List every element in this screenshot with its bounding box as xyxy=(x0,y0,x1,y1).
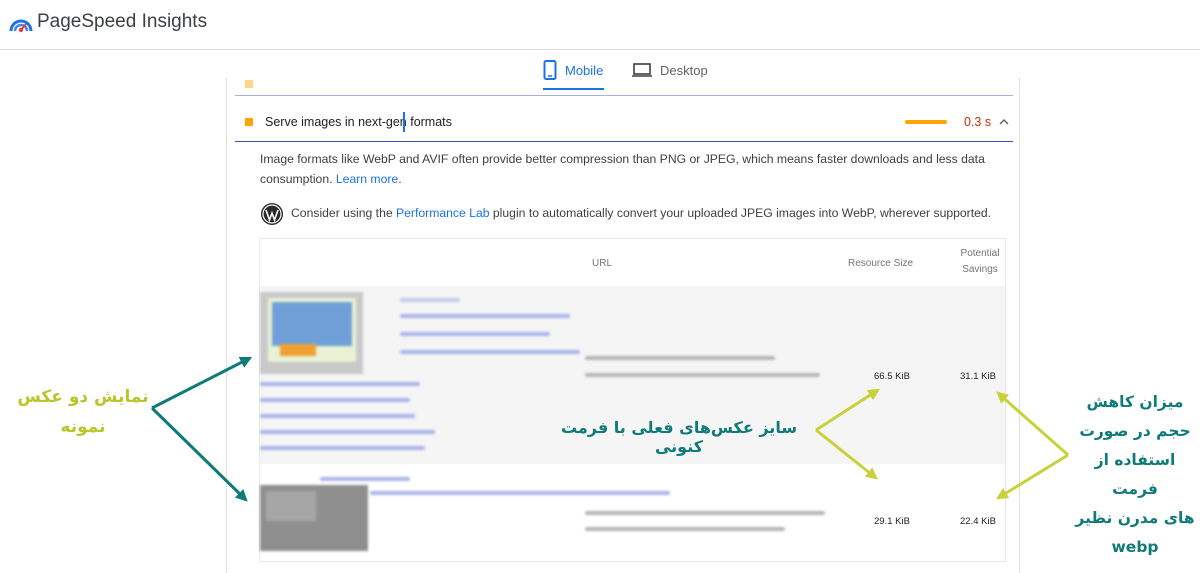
blurred-url-line xyxy=(585,356,775,360)
pagespeed-logo-icon xyxy=(9,19,33,33)
wordpress-hint: Consider using the Performance Lab plugi… xyxy=(260,202,1000,226)
phone-icon xyxy=(543,60,557,80)
performance-lab-link[interactable]: Performance Lab xyxy=(396,206,490,220)
table-row[interactable]: 29.1 KiB 22.4 KiB xyxy=(260,469,1005,561)
blurred-url-line xyxy=(370,491,670,495)
column-header-potential-savings: Potential Savings xyxy=(960,248,1000,275)
previous-audit-row[interactable] xyxy=(235,78,1013,96)
tab-desktop-label: Desktop xyxy=(660,63,708,78)
blurred-url-line xyxy=(260,398,410,402)
audit-panel: Serve images in next-gen formats 0.3 s I… xyxy=(226,78,1020,573)
tab-mobile-label: Mobile xyxy=(565,63,604,78)
blurred-url-line xyxy=(400,350,580,354)
audit-row-next-gen-formats[interactable]: Serve images in next-gen formats 0.3 s xyxy=(235,106,1013,142)
warning-square-icon xyxy=(245,80,253,88)
warning-square-icon xyxy=(245,118,253,126)
annotation-savings: میزان کاهش حجم در صورت استفاده از فرمت ه… xyxy=(1075,393,1195,556)
image-thumbnail xyxy=(260,292,363,374)
blurred-url-line xyxy=(260,430,435,434)
top-bar: PageSpeed Insights xyxy=(0,0,1200,50)
wordpress-hint-text: Consider using the Performance Lab plugi… xyxy=(291,206,992,220)
wordpress-icon xyxy=(261,203,283,225)
potential-savings-cell: 31.1 KiB xyxy=(960,371,996,382)
blurred-url-line xyxy=(585,527,785,531)
app-title: PageSpeed Insights xyxy=(37,11,208,32)
blurred-url-line xyxy=(260,446,425,450)
learn-more-link[interactable]: Learn more xyxy=(336,172,398,186)
audit-description: Image formats like WebP and AVIF often p… xyxy=(260,152,985,186)
blurred-url-line xyxy=(260,414,415,418)
resources-table: URL Resource Size Potential Savings 66.5 … xyxy=(259,238,1006,562)
column-header-resource-size: Resource Size xyxy=(848,258,914,269)
blurred-url-line xyxy=(400,298,460,302)
image-thumbnail xyxy=(260,485,368,551)
potential-savings-cell: 22.4 KiB xyxy=(960,516,996,527)
text-cursor xyxy=(403,112,405,132)
annotation-current-size: سایز عکس‌های فعلی با فرمت کنونی xyxy=(560,418,798,456)
blurred-url-line xyxy=(320,477,410,481)
audit-title: Serve images in next-gen formats xyxy=(265,115,452,129)
audit-savings: 0.3 s xyxy=(964,115,992,129)
blurred-url-line xyxy=(400,314,570,318)
laptop-icon xyxy=(632,63,652,77)
blurred-url-line xyxy=(585,373,820,377)
savings-bar xyxy=(905,120,947,124)
column-header-url: URL xyxy=(592,258,613,269)
annotation-sample-images: نمایش دو عکس نمونه xyxy=(17,387,149,437)
resource-size-cell: 29.1 KiB xyxy=(874,516,910,527)
chevron-up-icon[interactable] xyxy=(997,116,1011,128)
blurred-url-line xyxy=(260,382,420,386)
blurred-url-line xyxy=(400,332,550,336)
blurred-url-line xyxy=(585,511,825,515)
resource-size-cell: 66.5 KiB xyxy=(874,371,910,382)
